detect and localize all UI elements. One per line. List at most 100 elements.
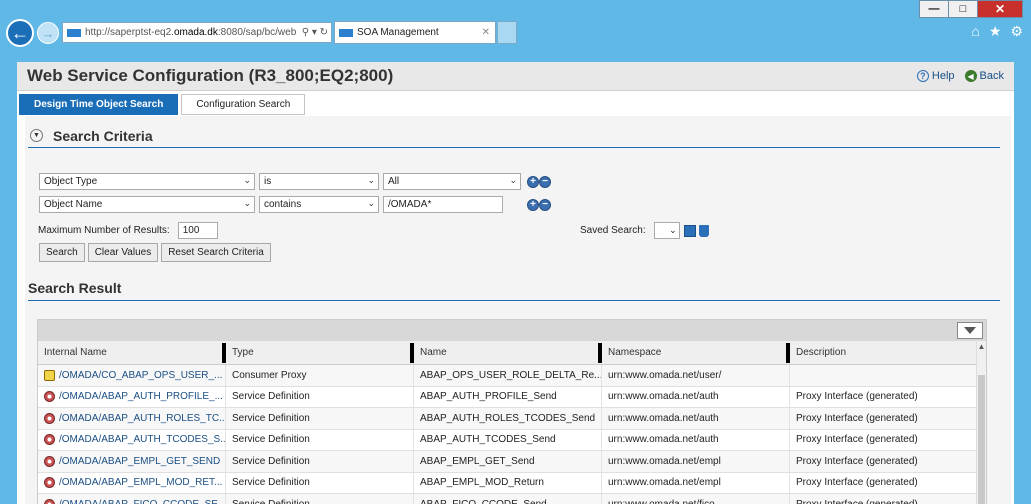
row-add-remove: + −: [527, 175, 551, 188]
address-bar[interactable]: http://saperptst-eq2.omada.dk:8080/sap/b…: [62, 22, 332, 43]
value-input[interactable]: /OMADA*: [383, 196, 503, 213]
cell-text: ABAP_EMPL_GET_Send: [420, 455, 535, 467]
cell-text: Service Definition: [232, 477, 310, 489]
search-criteria-title: Search Criteria: [53, 127, 153, 144]
table-row[interactable]: /OMADA/ABAP_EMPL_MOD_RET... Service Defin…: [38, 472, 978, 494]
filter-icon: [964, 327, 976, 334]
browser-tab[interactable]: SOA Management ✕: [334, 21, 496, 44]
cell-text: Proxy Interface (generated): [796, 412, 918, 424]
saved-search-row: Saved Search: ⌄: [580, 222, 709, 239]
operator-select[interactable]: contains ⌄: [259, 196, 379, 213]
cell-internal[interactable]: /OMADA/ABAP_EMPL_MOD_RET...: [38, 472, 226, 493]
remove-row-icon[interactable]: −: [539, 175, 551, 188]
value-select[interactable]: All ⌄: [383, 173, 521, 190]
internal-name-link[interactable]: /OMADA/ABAP_EMPL_MOD_RET...: [59, 477, 222, 488]
address-actions-icon[interactable]: ⚲ ▾ ↻: [302, 27, 331, 38]
save-icon[interactable]: [683, 224, 696, 237]
table-row[interactable]: /OMADA/ABAP_AUTH_ROLES_TC... Service Defi…: [38, 408, 978, 430]
cell-type: Service Definition: [226, 429, 414, 450]
internal-name-link[interactable]: /OMADA/ABAP_EMPL_GET_SEND: [59, 456, 220, 467]
back-label: Back: [979, 70, 1004, 82]
browser-chrome: — □ ✕ ← → http://saperptst-eq2.omada.dk:…: [0, 0, 1031, 50]
search-button[interactable]: Search: [39, 243, 85, 262]
back-arrow-icon[interactable]: ←: [6, 19, 34, 47]
internal-name-link[interactable]: /OMADA/ABAP_AUTH_ROLES_TC...: [59, 413, 225, 424]
reset-search-criteria-button[interactable]: Reset Search Criteria: [161, 243, 271, 262]
table-row[interactable]: /OMADA/ABAP_AUTH_TCODES_S... Service Defi…: [38, 429, 978, 451]
trash-icon[interactable]: [698, 224, 709, 237]
internal-name-link[interactable]: /OMADA/ABAP_AUTH_PROFILE_...: [59, 391, 223, 402]
internal-name-link[interactable]: /OMADA/CO_ABAP_OPS_USER_...: [59, 370, 222, 381]
forward-arrow-icon[interactable]: →: [37, 22, 59, 44]
collapse-icon[interactable]: ▼: [30, 129, 43, 142]
cell-internal[interactable]: /OMADA/ABAP_AUTH_ROLES_TC...: [38, 408, 226, 429]
column-header-description[interactable]: Description: [790, 341, 978, 364]
consumer-proxy-icon: [44, 369, 55, 381]
cell-internal[interactable]: /OMADA/ABAP_AUTH_PROFILE_...: [38, 386, 226, 407]
table-toolbar: [38, 320, 986, 341]
cell-internal[interactable]: /OMADA/ABAP_FICO_CCODE_SE...: [38, 494, 226, 504]
service-definition-icon: [44, 498, 55, 504]
criteria-row: Object Type ⌄ is ⌄ All ⌄ + −: [39, 173, 551, 190]
cell-internal[interactable]: /OMADA/ABAP_AUTH_TCODES_S...: [38, 429, 226, 450]
cell-text: ABAP_AUTH_PROFILE_Send: [420, 391, 557, 403]
sap-favicon-icon: [67, 28, 81, 37]
cell-internal[interactable]: /OMADA/CO_ABAP_OPS_USER_...: [38, 365, 226, 386]
star-icon[interactable]: ★: [989, 23, 1002, 40]
column-header-name[interactable]: Name: [414, 341, 602, 364]
back-icon: ◀: [964, 70, 977, 82]
column-header-namespace[interactable]: Namespace: [602, 341, 790, 364]
close-icon[interactable]: ✕: [977, 0, 1023, 18]
table-row[interactable]: /OMADA/CO_ABAP_OPS_USER_... Consumer Prox…: [38, 365, 978, 387]
tab-configuration-search[interactable]: Configuration Search: [181, 94, 306, 115]
add-row-icon[interactable]: +: [527, 198, 539, 211]
home-icon[interactable]: ⌂: [971, 23, 979, 40]
maximize-icon[interactable]: □: [948, 0, 978, 18]
scroll-up-icon[interactable]: ▲: [977, 341, 986, 353]
attribute-select[interactable]: Object Name ⌄: [39, 196, 255, 213]
header-links: ? Help ◀ Back: [916, 70, 1004, 82]
page-title: Web Service Configuration (R3_800;EQ2;80…: [27, 66, 394, 85]
service-definition-icon: [44, 455, 55, 467]
back-link[interactable]: ◀ Back: [964, 70, 1004, 82]
cell-type: Service Definition: [226, 472, 414, 493]
table-row[interactable]: /OMADA/ABAP_EMPL_GET_SEND Service Definit…: [38, 451, 978, 473]
max-results-input[interactable]: 100: [177, 222, 218, 239]
tab-close-icon[interactable]: ✕: [482, 27, 490, 38]
operator-select[interactable]: is ⌄: [259, 173, 379, 190]
service-definition-icon: [44, 477, 55, 489]
cell-internal[interactable]: /OMADA/ABAP_EMPL_GET_SEND: [38, 451, 226, 472]
vertical-scrollbar[interactable]: ▲: [976, 341, 986, 504]
internal-name-link[interactable]: /OMADA/ABAP_FICO_CCODE_SE...: [59, 499, 225, 504]
column-header-internal-name[interactable]: Internal Name: [38, 341, 226, 364]
attribute-select[interactable]: Object Type ⌄: [39, 173, 255, 190]
saved-search-select[interactable]: ⌄: [653, 222, 680, 239]
page-header: Web Service Configuration (R3_800;EQ2;80…: [17, 62, 1014, 91]
new-tab-button[interactable]: [497, 21, 517, 44]
cell-type: Service Definition: [226, 494, 414, 504]
cell-text: urn:www.omada.net/auth: [608, 412, 719, 424]
minimize-icon[interactable]: —: [919, 0, 949, 18]
result-table: Internal Name Type Name Namespace Descri…: [37, 319, 987, 504]
cell-name: ABAP_AUTH_ROLES_TCODES_Send: [414, 408, 602, 429]
clear-values-button[interactable]: Clear Values: [87, 243, 159, 262]
cell-type: Service Definition: [226, 451, 414, 472]
cell-text: ABAP_FICO_CCODE_Send: [420, 499, 547, 504]
tab-design-time-object-search[interactable]: Design Time Object Search: [19, 94, 179, 115]
row-add-remove: + −: [527, 198, 551, 211]
scrollbar-thumb[interactable]: [978, 375, 985, 504]
cell-namespace: urn:www.omada.net/auth: [602, 429, 790, 450]
table-row[interactable]: /OMADA/ABAP_FICO_CCODE_SE... Service Defi…: [38, 494, 978, 504]
cell-namespace: urn:www.omada.net/empl: [602, 472, 790, 493]
help-link[interactable]: ? Help: [916, 70, 955, 82]
add-row-icon[interactable]: +: [527, 175, 539, 188]
column-header-type[interactable]: Type: [226, 341, 414, 364]
gear-icon[interactable]: ⚙: [1010, 23, 1023, 40]
remove-row-icon[interactable]: −: [539, 198, 551, 211]
cell-text: Proxy Interface (generated): [796, 455, 918, 467]
filter-button[interactable]: [957, 322, 983, 339]
cell-text: Proxy Interface (generated): [796, 499, 918, 504]
table-row[interactable]: /OMADA/ABAP_AUTH_PROFILE_... Service Defi…: [38, 386, 978, 408]
cell-name: ABAP_OPS_USER_ROLE_DELTA_Re...: [414, 365, 602, 386]
internal-name-link[interactable]: /OMADA/ABAP_AUTH_TCODES_S...: [59, 434, 225, 445]
